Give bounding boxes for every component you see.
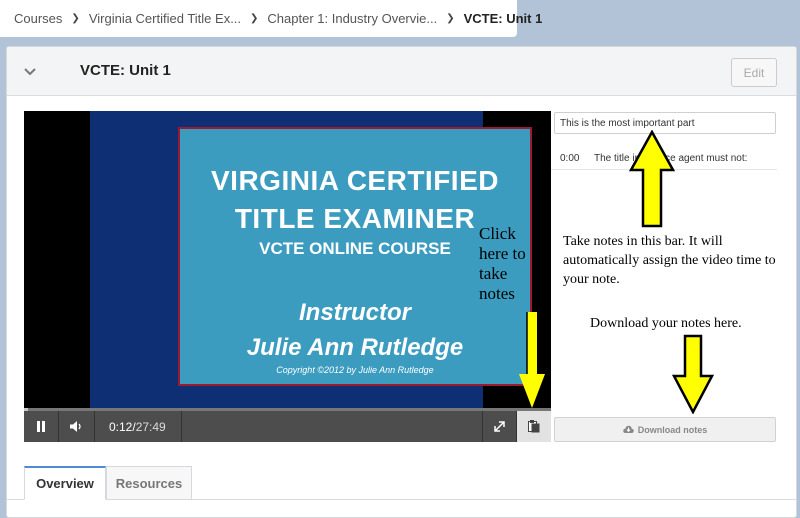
annotation-click-line: here to <box>479 244 526 263</box>
video-player[interactable]: VIRGINIA CERTIFIED TITLE EXAMINER VCTE O… <box>24 111 551 408</box>
fullscreen-button[interactable] <box>483 411 517 442</box>
annotation-take-notes: Take notes in this bar. It will automati… <box>563 234 776 287</box>
slide-title-line1: VIRGINIA CERTIFIED <box>211 165 499 196</box>
arrow-down-icon <box>519 312 545 408</box>
annotation-click-line: take <box>479 264 508 283</box>
chevron-down-icon <box>24 68 36 76</box>
download-notes-label: Download notes <box>637 424 708 435</box>
page-title: VCTE: Unit 1 <box>80 62 171 79</box>
panel-header: VCTE: Unit 1 Edit <box>7 47 796 96</box>
cloud-download-icon <box>623 425 634 433</box>
fullscreen-icon <box>494 421 505 432</box>
current-time: 0:12/ <box>109 419 136 434</box>
collapse-button[interactable] <box>15 61 45 83</box>
annotation-click-notes: Click here to take notes <box>479 224 526 304</box>
annotation-click-line: notes <box>479 284 515 303</box>
annotation-click-line: Click <box>479 224 516 243</box>
controls-spacer <box>182 411 483 442</box>
breadcrumb-chapter[interactable]: Chapter 1: Industry Overvie... <box>267 11 437 26</box>
edit-button[interactable]: Edit <box>731 58 777 87</box>
volume-icon <box>69 421 81 432</box>
video-timecode: 0:12/ 27:49 <box>95 411 182 442</box>
slide-subtitle: VCTE ONLINE COURSE <box>259 239 451 258</box>
slide-background: VIRGINIA CERTIFIED TITLE EXAMINER VCTE O… <box>90 111 532 408</box>
tab-resources[interactable]: Resources <box>106 466 192 500</box>
breadcrumb: Courses ❯ Virginia Certified Title Ex...… <box>0 0 542 37</box>
slide-title-line2: TITLE EXAMINER <box>234 203 476 234</box>
chevron-right-icon: ❯ <box>250 13 259 24</box>
total-time: 27:49 <box>135 419 166 434</box>
arrow-up-icon <box>629 130 675 228</box>
volume-button[interactable] <box>59 411 95 442</box>
pause-icon <box>37 421 45 432</box>
notes-icon <box>528 420 540 433</box>
note-timestamp: 0:00 <box>560 153 580 164</box>
chevron-right-icon: ❯ <box>446 13 455 24</box>
breadcrumb-course[interactable]: Virginia Certified Title Ex... <box>89 11 241 26</box>
breadcrumb-current: VCTE: Unit 1 <box>463 11 543 26</box>
tab-overview[interactable]: Overview <box>24 466 106 500</box>
slide-copyright: Copyright ©2012 by Julie Ann Rutledge <box>276 365 434 375</box>
slide-instructor-label: Instructor <box>298 299 411 326</box>
arrow-down-icon <box>672 334 714 414</box>
chevron-right-icon: ❯ <box>71 13 80 24</box>
breadcrumb-courses[interactable]: Courses <box>14 11 62 26</box>
annotation-download-notes: Download your notes here. <box>590 316 742 331</box>
download-notes-button[interactable]: Download notes <box>554 417 776 442</box>
video-controls: 0:12/ 27:49 <box>24 411 551 442</box>
pause-button[interactable] <box>24 411 59 442</box>
notes-toggle-button[interactable] <box>517 411 551 442</box>
slide-instructor-name: Julie Ann Rutledge <box>246 334 464 361</box>
